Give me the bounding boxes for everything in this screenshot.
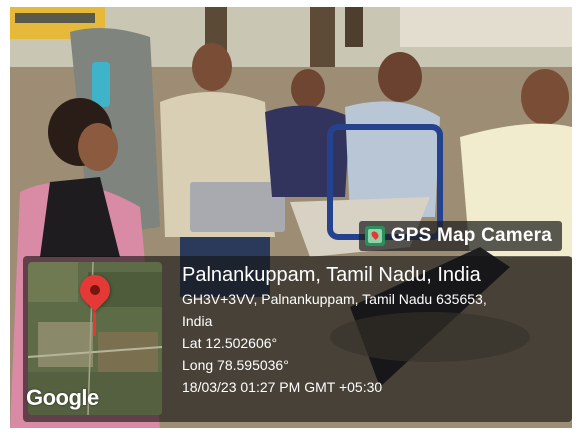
datetime: 18/03/23 01:27 PM GMT +05:30 (182, 379, 383, 395)
latitude: Lat 12.502606° (182, 335, 278, 351)
address-line-2: India (182, 313, 213, 329)
water-bottle (92, 62, 110, 107)
address-line-1: GH3V+3VV, Palnankuppam, Tamil Nadu 63565… (182, 291, 487, 307)
gps-map-camera-icon (364, 226, 385, 246)
laptop (190, 182, 285, 232)
tree-trunk (310, 7, 335, 77)
person-floral (265, 105, 350, 197)
google-logo: Google (26, 385, 99, 410)
longitude: Long 78.595036° (182, 357, 289, 373)
gps-map-camera-badge: GPS Map Camera (358, 221, 562, 251)
place-name: Palnankuppam, Tamil Nadu, India (182, 264, 481, 286)
gps-app-label: GPS Map Camera (390, 225, 552, 246)
gps-info-text: Palnankuppam, Tamil Nadu, India GH3V+3VV… (182, 262, 487, 398)
building (400, 7, 572, 47)
